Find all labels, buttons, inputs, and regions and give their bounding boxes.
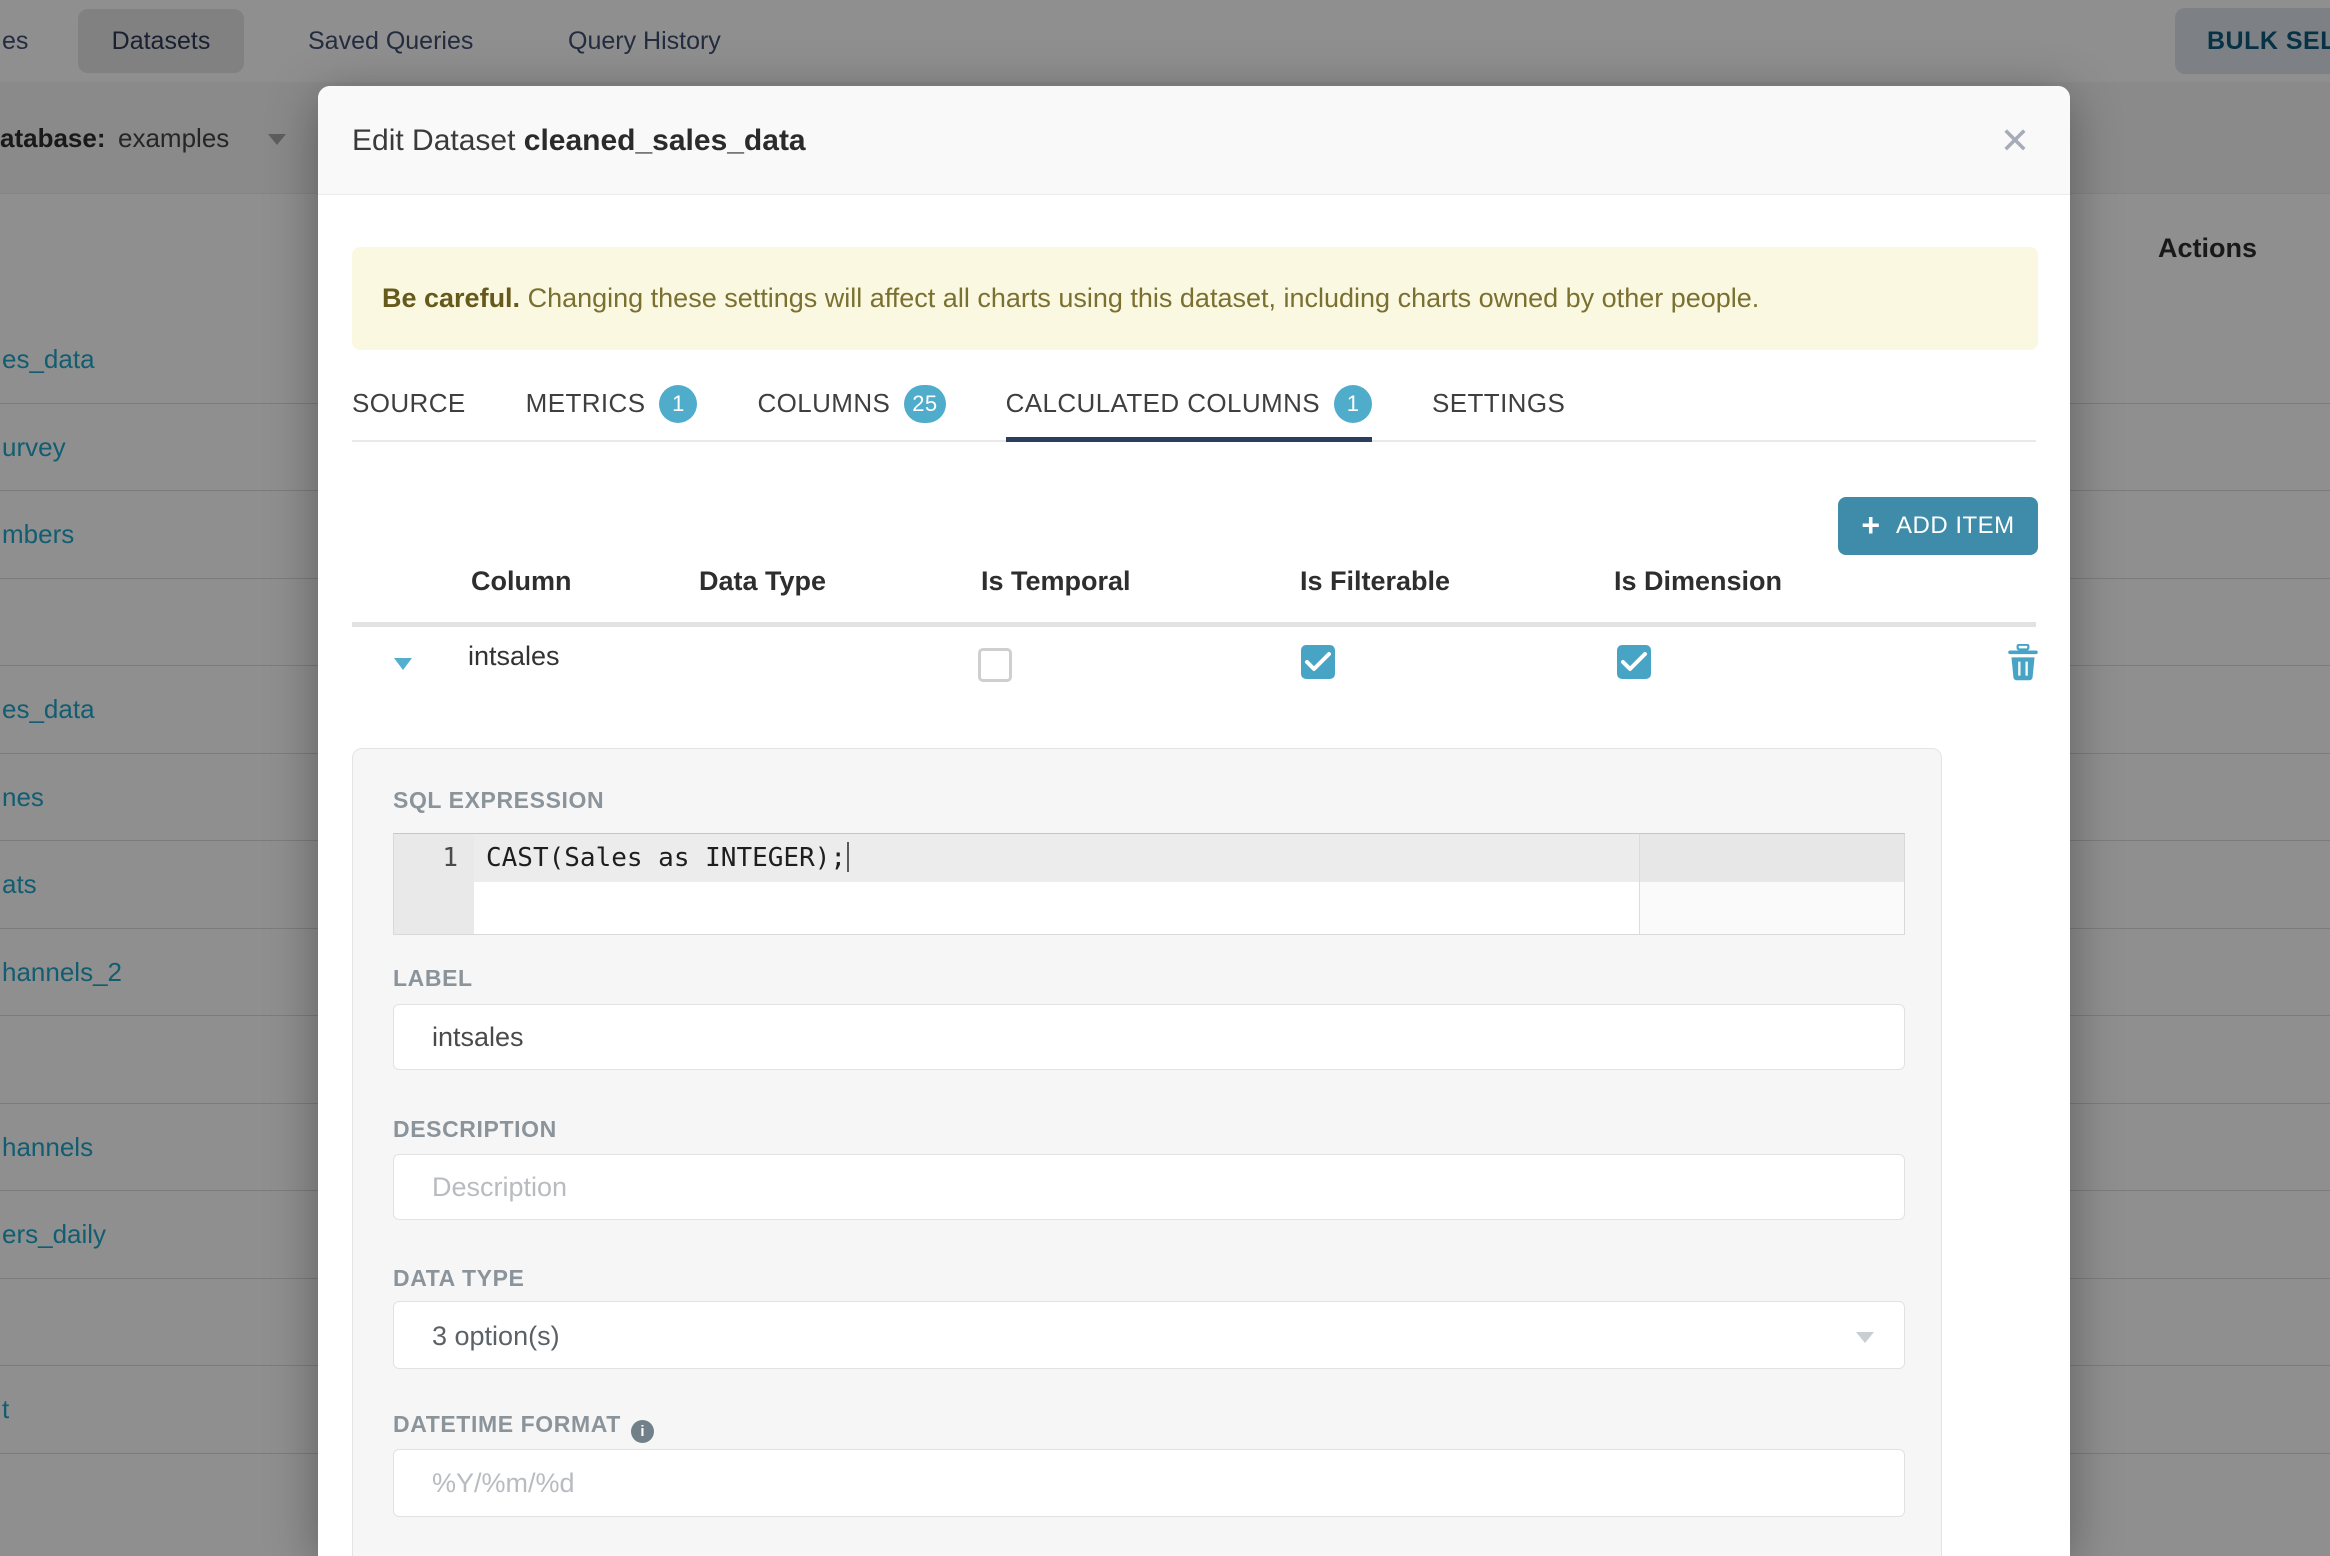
is-temporal-checkbox[interactable] [978,648,1012,682]
chevron-down-icon [1856,1332,1874,1343]
info-icon[interactable]: i [630,1420,654,1443]
modal-title-prefix: Edit Dataset [352,124,524,157]
datetime-format-label-text: DATETIME FORMAT [393,1411,621,1437]
column-header-column: Column [471,566,572,596]
tab-source[interactable]: SOURCE [352,370,466,442]
data-type-selected-value: 3 option(s) [432,1321,560,1351]
data-type-field-label: DATA TYPE [393,1265,525,1291]
table-header-divider [352,622,2036,627]
tab-label: METRICS [525,388,646,418]
sql-expression-label: SQL EXPRESSION [393,787,605,813]
calculated-column-name: intsales [468,641,560,671]
calculated-column-detail-panel: SQL EXPRESSION 1 CAST(Sales as INTEGER);… [352,748,1942,1556]
description-input[interactable] [393,1154,1905,1220]
tab-label: SETTINGS [1432,388,1566,418]
datetime-format-input[interactable] [393,1449,1905,1517]
sql-code-line: CAST(Sales as INTEGER); [486,834,850,882]
column-header-is-dimension: Is Dimension [1614,566,1783,596]
modal-tab-bar: SOURCE METRICS 1 COLUMNS 25 CALCULATED C… [318,370,2070,442]
label-field-label: LABEL [393,965,473,991]
tab-label: COLUMNS [757,388,891,418]
tab-columns[interactable]: COLUMNS 25 [757,370,946,442]
tab-count-badge: 1 [1334,384,1373,423]
warning-bold-text: Be careful. [382,283,521,313]
add-item-label: ADD ITEM [1896,512,2015,539]
edit-dataset-modal: Edit Dataset cleaned_sales_data ✕ Be car… [318,86,2070,1556]
line-number: 1 [442,843,458,873]
check-icon [1305,652,1331,671]
sql-code-editor[interactable]: 1 CAST(Sales as INTEGER); [393,833,1905,935]
tab-calculated-columns[interactable]: CALCULATED COLUMNS 1 [1005,370,1373,442]
tab-count-badge: 1 [659,384,698,423]
warning-banner: Be careful. Changing these settings will… [352,247,2038,350]
trash-icon [2008,643,2038,681]
description-field-label: DESCRIPTION [393,1116,557,1142]
close-icon[interactable]: ✕ [1990,116,2040,166]
datetime-format-field-label: DATETIME FORMAT i [393,1411,654,1443]
modal-title: Edit Dataset cleaned_sales_data [352,86,806,195]
is-dimension-checkbox[interactable] [1617,645,1651,679]
tab-label: CALCULATED COLUMNS [1005,388,1321,418]
editor-gutter: 1 [394,834,474,934]
data-type-select[interactable]: 3 option(s) [393,1301,1905,1369]
add-item-button[interactable]: + ADD ITEM [1838,497,2038,555]
is-filterable-checkbox[interactable] [1301,645,1335,679]
column-header-is-temporal: Is Temporal [981,566,1131,596]
sql-code-text: CAST(Sales as INTEGER); [486,843,847,873]
modal-title-dataset-name: cleaned_sales_data [523,124,806,157]
editor-print-margin-zone [1640,834,1904,934]
tab-metrics[interactable]: METRICS 1 [526,370,698,442]
tab-count-badge: 25 [904,384,946,423]
column-header-is-filterable: Is Filterable [1300,566,1451,596]
editor-print-margin-line [1639,834,1640,934]
text-cursor [847,842,850,872]
check-icon [1621,652,1647,671]
tab-label: SOURCE [352,388,466,418]
delete-row-button[interactable] [2006,643,2040,682]
column-header-data-type: Data Type [699,566,827,596]
label-input[interactable] [393,1004,1905,1070]
tab-settings[interactable]: SETTINGS [1432,370,1565,442]
row-expander-caret-icon[interactable] [394,658,412,670]
modal-header: Edit Dataset cleaned_sales_data ✕ [318,86,2070,195]
plus-icon: + [1861,506,1880,543]
warning-text: Changing these settings will affect all … [520,283,1760,313]
